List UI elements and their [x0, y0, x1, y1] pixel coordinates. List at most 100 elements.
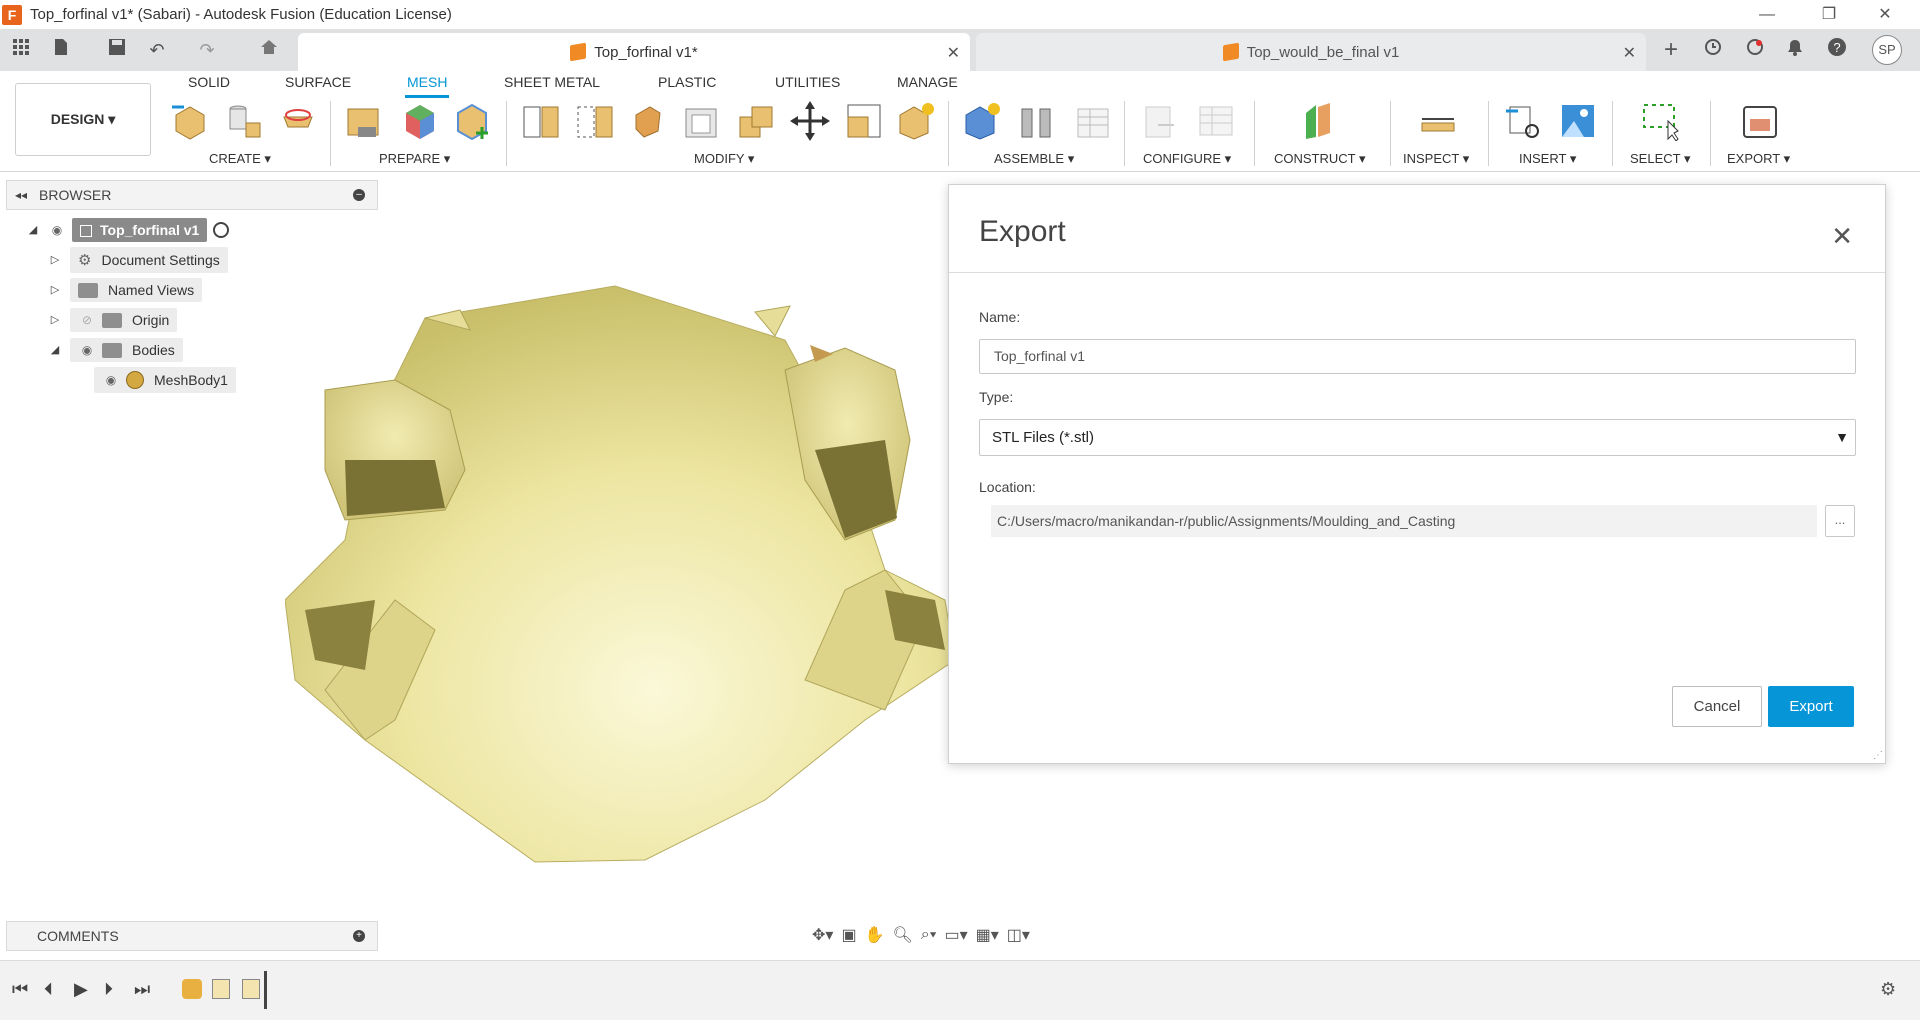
configure-icon[interactable]: [1140, 101, 1180, 141]
prepare-repair-icon[interactable]: [344, 101, 384, 141]
activate-radio-icon[interactable]: [213, 222, 230, 238]
collapse-triangle-icon[interactable]: ◢: [26, 223, 40, 237]
modify-smooth-icon[interactable]: [628, 101, 668, 141]
modify-scale-icon[interactable]: [844, 101, 884, 141]
file-icon[interactable]: [48, 37, 74, 63]
new-tab-icon[interactable]: +: [1658, 37, 1684, 63]
grid-icon[interactable]: [8, 37, 34, 63]
measure-icon[interactable]: [1418, 101, 1458, 141]
browser-node-meshbody1[interactable]: ◉ MeshBody1: [94, 366, 236, 394]
export-button[interactable]: Export: [1768, 686, 1854, 727]
group-construct[interactable]: CONSTRUCT ▾: [1274, 151, 1366, 167]
workspace-switcher-button[interactable]: DESIGN ▾: [15, 83, 151, 156]
tab-solid[interactable]: SOLID: [188, 74, 230, 90]
browser-node-document-settings[interactable]: ▷ ⚙ Document Settings: [48, 246, 228, 274]
group-export[interactable]: EXPORT ▾: [1727, 151, 1790, 167]
tab-plastic[interactable]: PLASTIC: [658, 74, 716, 90]
prepare-remesh-icon[interactable]: [400, 101, 440, 141]
tab-mesh[interactable]: MESH: [407, 74, 447, 90]
go-to-end-icon[interactable]: ⏭: [134, 979, 150, 1000]
group-configure[interactable]: CONFIGURE ▾: [1143, 151, 1231, 167]
job-status-icon[interactable]: [1700, 37, 1726, 63]
move-icon[interactable]: [790, 101, 830, 141]
display-settings-icon[interactable]: ▭▾: [944, 925, 967, 945]
bill-of-materials-icon[interactable]: [1070, 101, 1110, 141]
name-input[interactable]: Top_forfinal v1: [979, 339, 1856, 374]
expand-triangle-icon[interactable]: ▷: [48, 313, 62, 327]
close-tab-icon[interactable]: ✕: [947, 43, 960, 63]
insert-derive-icon[interactable]: [1504, 101, 1544, 141]
configuration-table-icon[interactable]: [1196, 101, 1236, 141]
redo-icon[interactable]: ↷: [194, 37, 220, 63]
timeline-marker[interactable]: [264, 971, 267, 1009]
group-select[interactable]: SELECT ▾: [1630, 151, 1690, 167]
export-3d-print-icon[interactable]: [1740, 101, 1780, 141]
primitive-cylinder-icon[interactable]: [224, 101, 264, 141]
comments-panel[interactable]: COMMENTS +: [6, 921, 378, 951]
user-avatar[interactable]: SP: [1872, 35, 1902, 65]
close-window-button[interactable]: ✕: [1862, 0, 1908, 29]
step-back-icon[interactable]: ⏴: [44, 979, 53, 1000]
maximize-button[interactable]: ❐: [1806, 0, 1852, 29]
browse-button[interactable]: ...: [1825, 505, 1855, 537]
group-prepare[interactable]: PREPARE ▾: [379, 151, 450, 167]
timeline-feature-icon[interactable]: [212, 979, 230, 999]
browser-node-origin[interactable]: ▷ ⊘ Origin: [48, 306, 178, 334]
browser-panel-header[interactable]: ◂◂ BROWSER –: [6, 180, 378, 210]
location-input[interactable]: C:/Users/macro/manikandan-r/public/Assig…: [991, 505, 1817, 537]
hidden-eye-icon[interactable]: ⊘: [78, 313, 96, 327]
construct-plane-icon[interactable]: [1300, 101, 1340, 141]
orbit-icon[interactable]: ✥▾: [812, 925, 833, 945]
browser-node-bodies[interactable]: ◢ ◉ Bodies: [48, 336, 183, 364]
go-to-start-icon[interactable]: ⏮: [12, 979, 28, 1000]
create-mesh-tool-icon[interactable]: [170, 101, 210, 141]
modify-separate-icon[interactable]: [574, 101, 614, 141]
insert-canvas-icon[interactable]: [1558, 101, 1598, 141]
timeline-feature-icon[interactable]: [242, 979, 260, 999]
modify-convert-mesh-icon[interactable]: [896, 101, 936, 141]
tab-sheet-metal[interactable]: SHEET METAL: [504, 74, 600, 90]
root-component-label[interactable]: Top_forfinal v1: [72, 218, 208, 242]
group-assemble[interactable]: ASSEMBLE ▾: [994, 151, 1074, 167]
group-create[interactable]: CREATE ▾: [209, 151, 271, 167]
mesh-section-sketch-icon[interactable]: [278, 101, 318, 141]
visibility-eye-icon[interactable]: ◉: [102, 373, 120, 387]
home-icon[interactable]: [256, 37, 282, 63]
step-forward-icon[interactable]: ⏵: [104, 979, 113, 1000]
modify-plane-cut-icon[interactable]: [520, 101, 560, 141]
browser-pin-icon[interactable]: –: [353, 189, 365, 201]
help-icon[interactable]: ?: [1824, 37, 1850, 63]
visibility-eye-icon[interactable]: ◉: [48, 223, 66, 237]
gear-icon[interactable]: ⚙: [1880, 979, 1896, 1000]
grid-settings-icon[interactable]: ▦▾: [976, 925, 999, 945]
collapse-browser-icon[interactable]: ◂◂: [15, 188, 27, 202]
look-at-icon[interactable]: ▣: [841, 925, 856, 945]
type-select[interactable]: STL Files (*.stl) ▼: [979, 419, 1856, 456]
tab-utilities[interactable]: UTILITIES: [775, 74, 840, 90]
viewports-icon[interactable]: ◫▾: [1007, 925, 1030, 945]
minimize-button[interactable]: —: [1744, 0, 1790, 29]
fit-icon[interactable]: ⌕▾: [921, 926, 937, 944]
add-comment-icon[interactable]: +: [353, 930, 365, 942]
pan-icon[interactable]: ✋: [865, 925, 885, 945]
joint-icon[interactable]: [1016, 101, 1056, 141]
collapse-triangle-icon[interactable]: ◢: [48, 343, 62, 357]
cancel-button[interactable]: Cancel: [1672, 686, 1762, 727]
browser-node-named-views[interactable]: ▷ Named Views: [48, 276, 203, 304]
prepare-generate-faces-icon[interactable]: [452, 101, 492, 141]
document-tab-active[interactable]: Top_forfinal v1* ✕: [298, 33, 970, 71]
zoom-icon[interactable]: 🔍︎: [892, 925, 912, 945]
expand-triangle-icon[interactable]: ▷: [48, 283, 62, 297]
mesh-model-viewport[interactable]: [284, 270, 965, 870]
tab-surface[interactable]: SURFACE: [285, 74, 351, 90]
visibility-eye-icon[interactable]: ◉: [78, 343, 96, 357]
group-modify[interactable]: MODIFY ▾: [694, 151, 754, 167]
browser-root-node[interactable]: ◢ ◉ Top_forfinal v1: [26, 216, 230, 244]
window-select-icon[interactable]: [1640, 101, 1680, 142]
group-insert[interactable]: INSERT ▾: [1519, 151, 1576, 167]
timeline-mesh-feature-icon[interactable]: [182, 979, 202, 999]
extensions-icon[interactable]: [1742, 37, 1768, 63]
play-icon[interactable]: ▶: [74, 979, 88, 1000]
group-inspect[interactable]: INSPECT ▾: [1403, 151, 1469, 167]
close-icon[interactable]: ✕: [1831, 221, 1853, 252]
